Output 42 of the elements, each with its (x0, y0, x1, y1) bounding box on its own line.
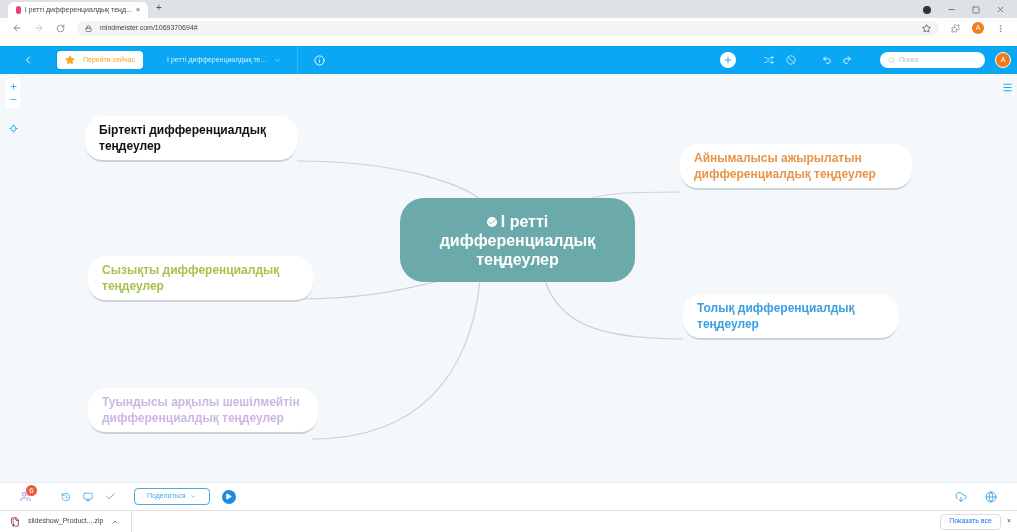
connect-icon[interactable] (764, 55, 774, 65)
play-icon (225, 493, 233, 500)
globe-icon[interactable] (985, 490, 997, 503)
zoom-in-icon[interactable] (8, 82, 18, 91)
star-icon (65, 55, 75, 65)
reload-icon[interactable] (56, 23, 65, 33)
topic-node[interactable]: Біртекті дифференциалдық теңдеулер (85, 116, 297, 162)
record-icon (923, 5, 931, 14)
center-icon[interactable] (9, 124, 18, 133)
lock-icon (85, 24, 92, 32)
back-icon[interactable] (12, 23, 22, 33)
play-button[interactable] (221, 489, 236, 504)
check-icon[interactable] (105, 491, 116, 502)
notification-badge: 6 (26, 485, 37, 496)
archive-icon (10, 516, 20, 527)
more-icon[interactable] (996, 23, 1005, 33)
close-icon[interactable] (996, 5, 1005, 14)
history-icon[interactable] (61, 491, 71, 502)
search-icon (888, 56, 895, 64)
plus-icon (723, 55, 733, 65)
caret-icon (274, 56, 282, 64)
topic-node[interactable]: Сызықты дифференциалдық теңдеулер (88, 256, 313, 302)
presentation-icon[interactable] (83, 491, 93, 502)
block-icon[interactable] (786, 55, 796, 65)
redo-icon[interactable] (842, 55, 852, 65)
forward-icon[interactable] (34, 23, 44, 33)
topic-node[interactable]: Туындысы арқылы шешілмейтін дифференциалдық теңдеулер (88, 388, 318, 434)
maximize-icon[interactable] (972, 5, 980, 14)
download-icon[interactable] (955, 490, 967, 503)
collaborators-icon[interactable] (20, 491, 31, 502)
menu-icon[interactable] (1002, 82, 1013, 93)
app-icon (16, 6, 21, 14)
info-icon[interactable] (314, 54, 326, 66)
add-button[interactable] (720, 52, 736, 68)
undo-icon[interactable] (822, 55, 832, 65)
star-icon[interactable] (922, 23, 931, 33)
topic-node[interactable]: Толық дифференциалдық теңдеулер (683, 294, 898, 340)
extensions-icon[interactable] (951, 23, 960, 33)
central-topic[interactable]: I ретті дифференциалдық теңдеулер (400, 198, 635, 282)
topic-node[interactable]: Айнымалысы ажырылатын дифференциалдық теңдеулер (680, 144, 912, 190)
caret-icon (189, 493, 197, 500)
new-tab-button[interactable]: + (156, 0, 162, 15)
